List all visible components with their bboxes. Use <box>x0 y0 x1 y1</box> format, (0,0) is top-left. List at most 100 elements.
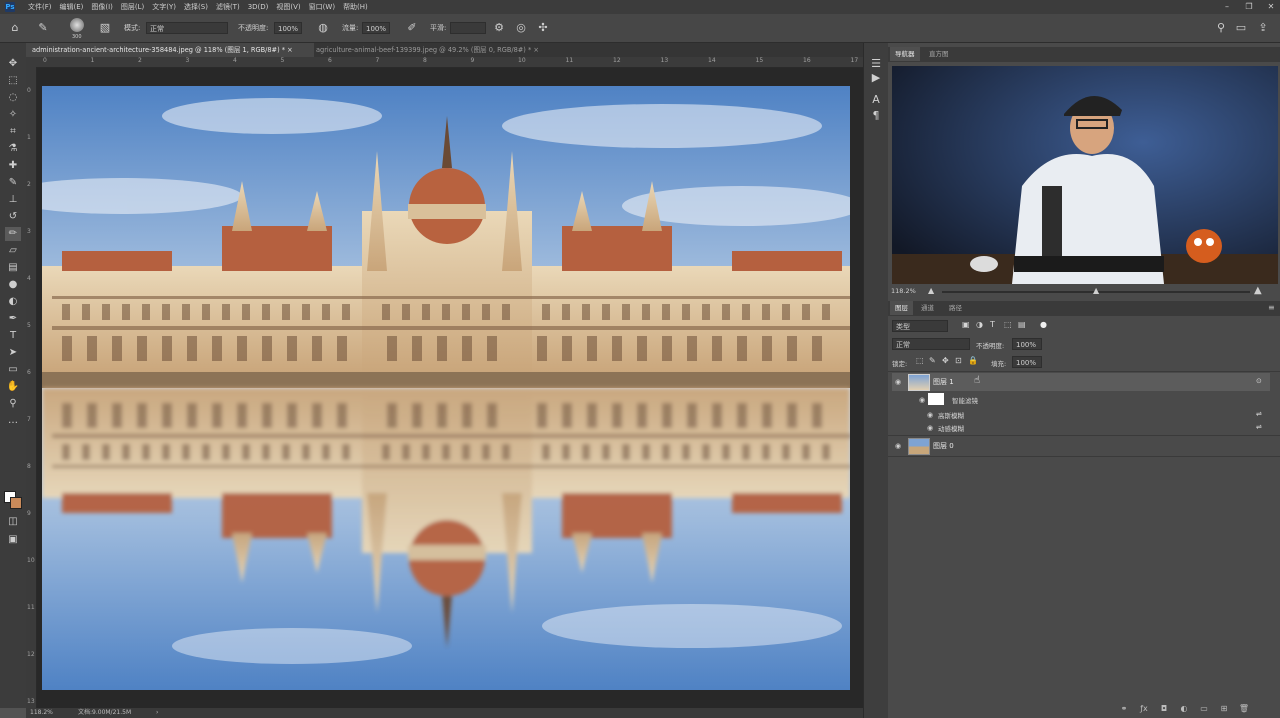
tab-document-2[interactable]: agriculture-animal-beef-139399.jpeg @ 49… <box>310 43 545 57</box>
quick-select-tool-icon[interactable]: ✧ <box>5 108 21 122</box>
restore-button[interactable]: ❐ <box>1244 0 1254 14</box>
pen-tool-icon[interactable]: ✒ <box>5 312 21 326</box>
tab-navigator[interactable]: 导航器 <box>890 47 920 61</box>
brush-active-tool-icon[interactable]: ✏ <box>5 227 21 241</box>
vertical-ruler[interactable]: 0 1 2 3 4 5 6 7 8 9 10 11 12 13 <box>26 67 37 708</box>
path-select-tool-icon[interactable]: ➤ <box>5 346 21 360</box>
lock-transparent-icon[interactable]: ⬚ <box>916 356 924 365</box>
tab-channels[interactable]: 通道 <box>916 301 939 315</box>
close-icon[interactable]: × <box>287 46 293 54</box>
link-layers-icon[interactable]: ⚭ <box>1118 704 1130 713</box>
type-tool-icon[interactable]: T <box>5 329 21 343</box>
smoothing-input[interactable] <box>450 22 486 34</box>
filter-adjust-icon[interactable]: ◑ <box>976 320 983 329</box>
menu-layer[interactable]: 图层(L) <box>117 0 148 14</box>
home-icon[interactable]: ⌂ <box>8 21 22 35</box>
menu-type[interactable]: 文字(Y) <box>148 0 180 14</box>
status-arrow-icon[interactable]: › <box>156 708 158 718</box>
brush-tool-icon[interactable]: ✎ <box>5 176 21 190</box>
healing-tool-icon[interactable]: ✚ <box>5 159 21 173</box>
brush-settings-icon[interactable]: ▧ <box>98 21 112 35</box>
smart-filters-label[interactable]: 智能滤镜 <box>952 395 978 405</box>
menu-select[interactable]: 选择(S) <box>180 0 212 14</box>
lock-position-icon[interactable]: ✥ <box>942 356 949 365</box>
share-icon[interactable]: ⇪ <box>1256 21 1270 35</box>
menu-view[interactable]: 视图(V) <box>272 0 304 14</box>
navigator-zoom-value[interactable]: 118.2% <box>891 287 916 295</box>
layer-style-icon[interactable]: ƒx <box>1138 704 1150 713</box>
lock-all-icon[interactable]: 🔒 <box>968 356 978 365</box>
brush-tool-icon[interactable]: ✎ <box>36 21 50 35</box>
layer-name[interactable]: 图层 0 <box>933 441 954 451</box>
lock-artboard-icon[interactable]: ⊡ <box>955 356 962 365</box>
delete-layer-icon[interactable]: 🗑 <box>1238 704 1250 713</box>
filter-motion-row[interactable]: ◉ 动感模糊 ⇌ <box>892 422 1270 434</box>
history-brush-tool-icon[interactable]: ↺ <box>5 210 21 224</box>
new-layer-icon[interactable]: ⊞ <box>1218 704 1230 713</box>
zoom-readout[interactable]: 118.2% <box>30 708 53 718</box>
shape-tool-icon[interactable]: ▭ <box>5 363 21 377</box>
filter-pixel-icon[interactable]: ▣ <box>962 320 970 329</box>
filter-mask-thumbnail[interactable] <box>928 393 944 405</box>
filter-kind-select[interactable]: 类型 <box>892 320 948 332</box>
group-icon[interactable]: ▭ <box>1198 704 1210 713</box>
crop-tool-icon[interactable]: ⌗ <box>5 125 21 139</box>
blend-mode-select[interactable]: 正常 <box>892 338 970 350</box>
more-tools-icon[interactable]: … <box>5 414 21 428</box>
filter-gaussian-row[interactable]: ◉ 高斯模糊 ⇌ <box>892 409 1270 421</box>
airbrush-icon[interactable]: ✐ <box>405 21 419 35</box>
menu-window[interactable]: 窗口(W) <box>305 0 339 14</box>
flow-input[interactable]: 100% <box>362 22 390 34</box>
opacity-input[interactable]: 100% <box>274 22 302 34</box>
document-image[interactable] <box>42 86 850 690</box>
fill-input[interactable]: 100% <box>1012 356 1042 368</box>
gear-icon[interactable]: ⚙ <box>492 21 506 35</box>
adjustment-layer-icon[interactable]: ◐ <box>1178 704 1190 713</box>
visibility-eye-icon[interactable]: ◉ <box>894 442 902 450</box>
workspace-icon[interactable]: ▭ <box>1234 21 1248 35</box>
history-icon[interactable]: ☰ <box>869 57 883 71</box>
zoom-tool-icon[interactable]: ⚲ <box>5 397 21 411</box>
tab-histogram[interactable]: 直方图 <box>924 47 954 61</box>
visibility-eye-icon[interactable]: ◉ <box>918 396 926 404</box>
tab-layers[interactable]: 图层 <box>890 301 913 315</box>
menu-image[interactable]: 图像(I) <box>87 0 117 14</box>
minimize-button[interactable]: – <box>1222 0 1232 14</box>
pressure-size-icon[interactable]: ◎ <box>514 21 528 35</box>
filter-type-icon[interactable]: T <box>990 320 995 329</box>
dodge-tool-icon[interactable]: ◐ <box>5 295 21 309</box>
quick-mask-icon[interactable]: ◫ <box>5 515 21 529</box>
visibility-eye-icon[interactable]: ◉ <box>926 424 934 432</box>
panel-menu-icon[interactable]: ≡ <box>1268 303 1275 312</box>
filter-shape-icon[interactable]: ⬚ <box>1004 320 1012 329</box>
marquee-tool-icon[interactable]: ⬚ <box>5 74 21 88</box>
horizontal-ruler[interactable]: 0 1 2 3 4 5 6 7 8 9 10 11 12 13 14 15 16 17 <box>26 57 863 68</box>
menu-file[interactable]: 文件(F) <box>24 0 56 14</box>
move-tool-icon[interactable]: ✥ <box>5 57 21 71</box>
zoom-slider-thumb-icon[interactable]: ▲ <box>1093 286 1099 295</box>
layer-row-0[interactable]: ◉ 图层 0 <box>892 437 1270 455</box>
tab-document-1[interactable]: administration-ancient-architecture-3584… <box>26 43 314 57</box>
character-icon[interactable]: A <box>869 93 883 107</box>
filter-name[interactable]: 高斯模糊 <box>938 410 964 420</box>
layer-row-1[interactable]: ◉ 图层 1 ☝ ⊙ <box>892 373 1270 391</box>
add-mask-icon[interactable]: ◘ <box>1158 704 1170 713</box>
mode-select[interactable]: 正常 <box>146 22 228 34</box>
visibility-eye-icon[interactable]: ◉ <box>894 378 902 386</box>
hand-tool-icon[interactable]: ✋ <box>5 380 21 394</box>
filter-smart-icon[interactable]: ▤ <box>1018 320 1026 329</box>
visibility-eye-icon[interactable]: ◉ <box>926 411 934 419</box>
symmetry-icon[interactable]: ✣ <box>536 21 550 35</box>
blur-tool-icon[interactable]: ● <box>5 278 21 292</box>
layer-opacity-input[interactable]: 100% <box>1012 338 1042 350</box>
menu-filter[interactable]: 滤镜(T) <box>212 0 244 14</box>
gradient-tool-icon[interactable]: ▤ <box>5 261 21 275</box>
stamp-tool-icon[interactable]: ⊥ <box>5 193 21 207</box>
search-icon[interactable]: ⚲ <box>1214 21 1228 35</box>
lock-pixels-icon[interactable]: ✎ <box>929 356 936 365</box>
background-color-swatch[interactable] <box>10 497 22 509</box>
lasso-tool-icon[interactable]: ◌ <box>5 91 21 105</box>
tab-paths[interactable]: 路径 <box>944 301 967 315</box>
close-button[interactable]: ✕ <box>1266 0 1276 14</box>
filter-options-icon[interactable]: ⇌ <box>1256 410 1262 418</box>
